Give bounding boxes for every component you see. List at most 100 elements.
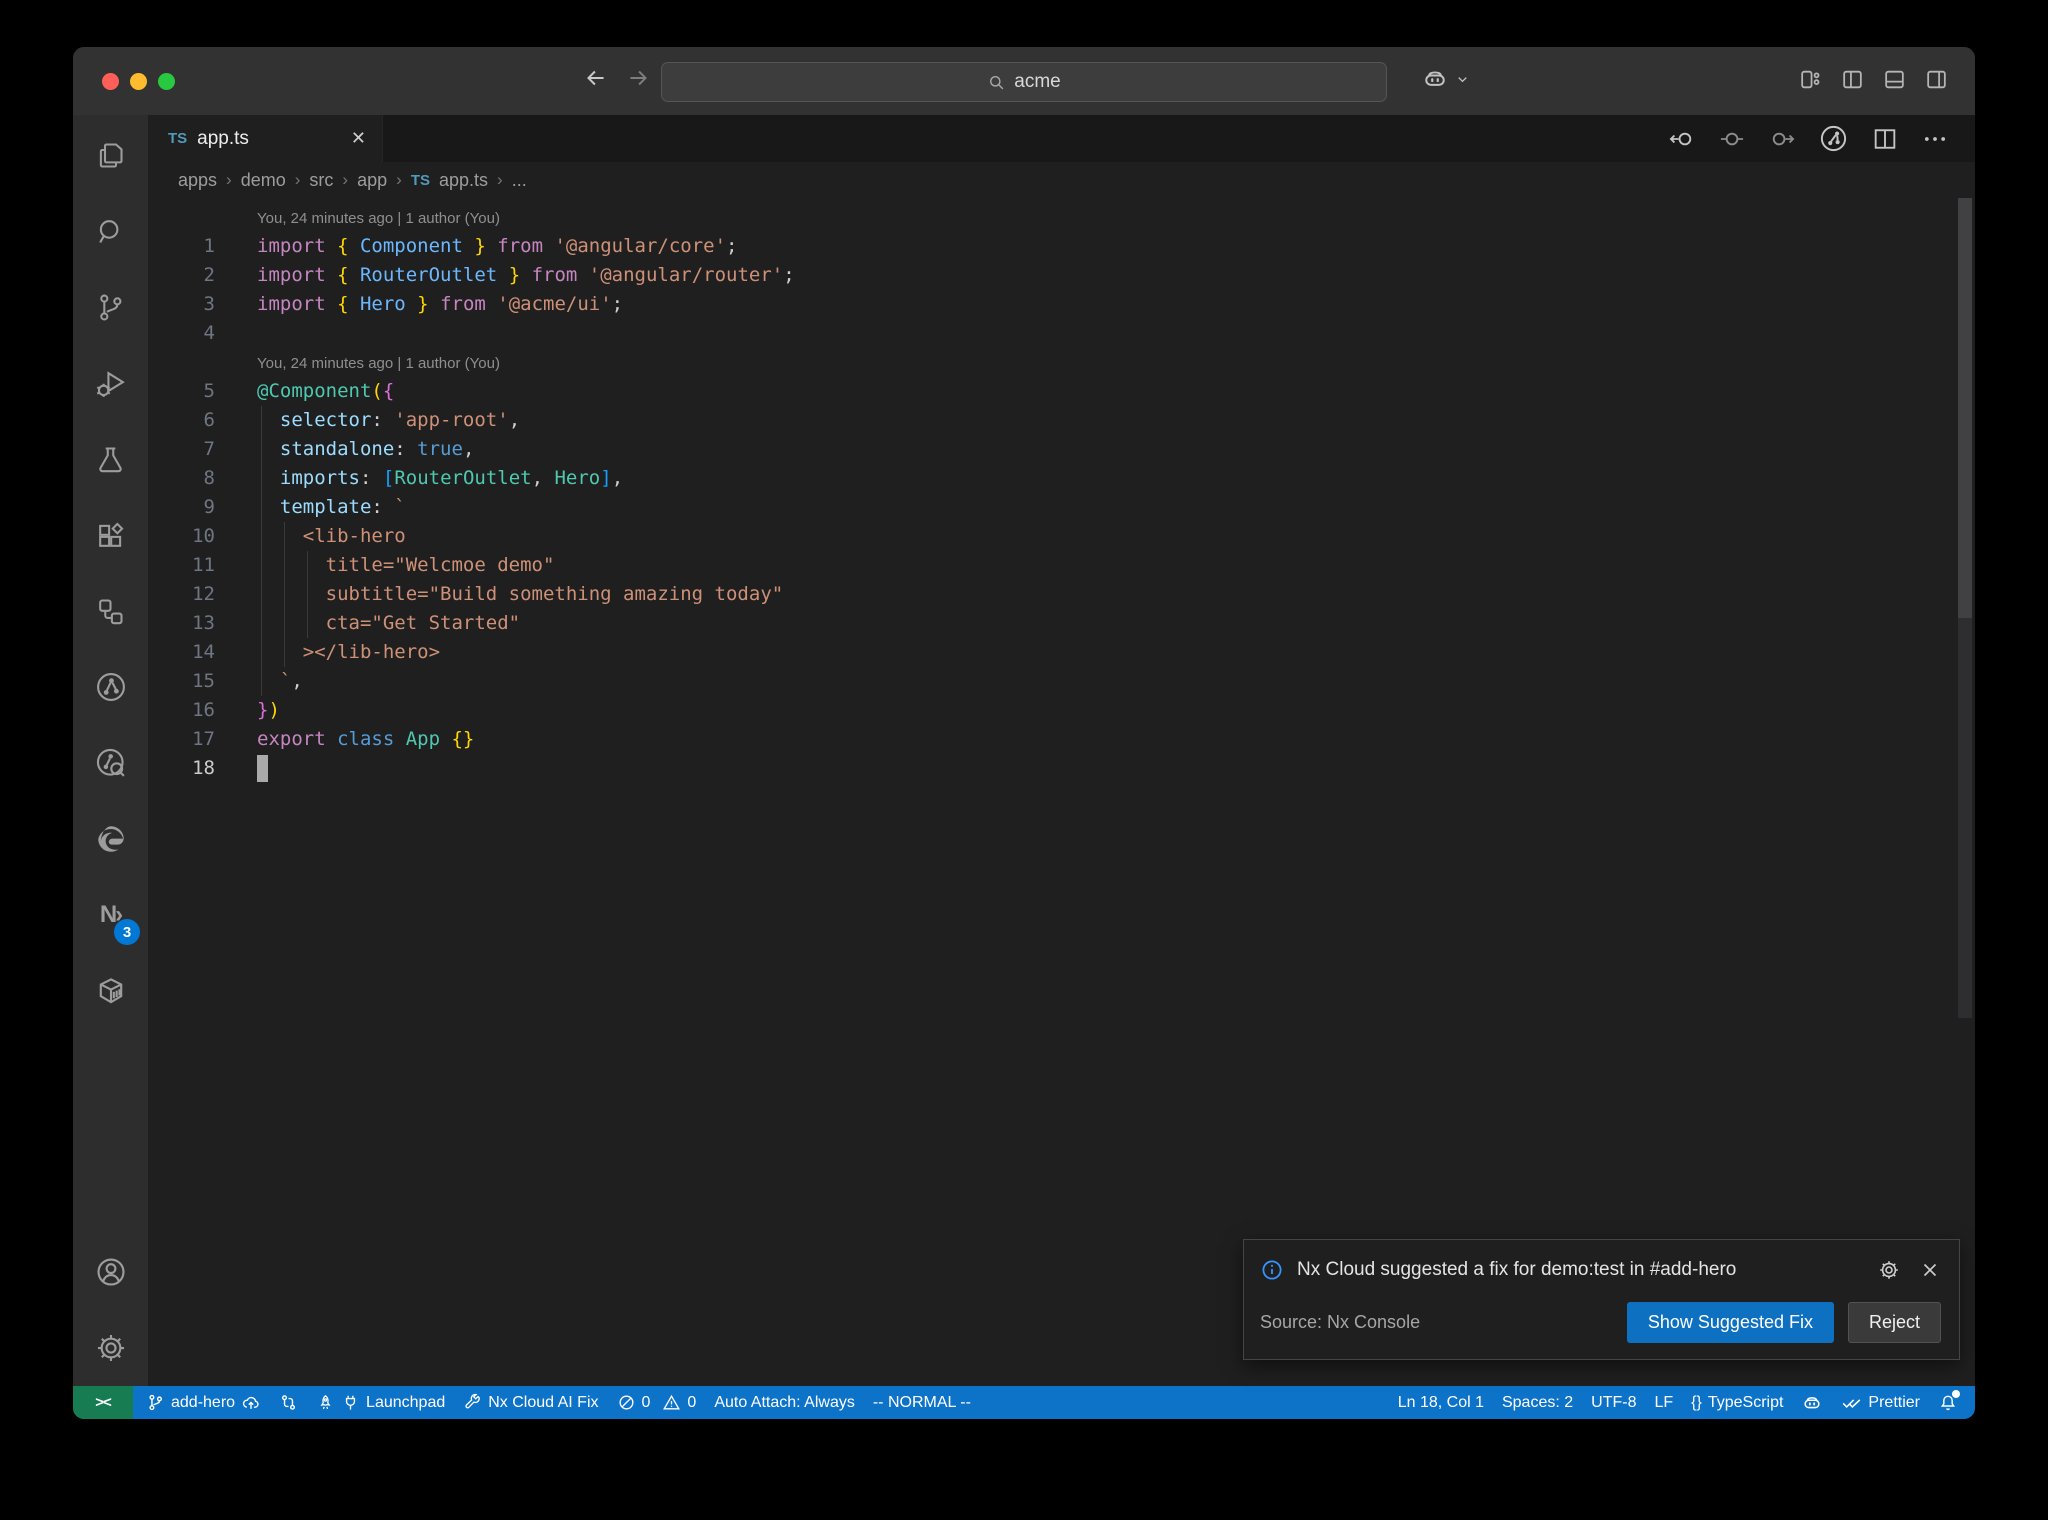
nav-back-circle-icon[interactable] [1668,125,1696,153]
toggle-panel-icon[interactable] [1882,67,1907,92]
minimize-window-button[interactable] [130,73,147,90]
line-number: 17 [192,728,215,750]
source-control-icon[interactable] [73,269,148,345]
show-suggested-fix-button[interactable]: Show Suggested Fix [1626,1302,1834,1343]
copilot-status-item[interactable] [1792,1386,1832,1419]
prettier-item[interactable]: Prettier [1832,1386,1929,1419]
notifications-bell-item[interactable] [1929,1386,1967,1419]
line-number: 5 [203,380,215,402]
nav-forward-circle-icon[interactable] [1768,125,1796,153]
remote-indicator[interactable]: >< [73,1386,133,1419]
git-branch-item[interactable]: add-hero [137,1386,270,1419]
tab-app-ts[interactable]: TS app.ts ✕ [148,115,383,162]
run-debug-icon[interactable] [73,345,148,421]
breadcrumb-item[interactable]: apps [178,170,217,191]
eol-item[interactable]: LF [1645,1386,1682,1419]
accounts-icon[interactable] [73,1234,148,1310]
code-line[interactable]: 14 ></lib-hero> [148,638,1975,667]
breadcrumb-item[interactable]: app.ts [439,170,488,191]
breadcrumb-item[interactable]: app [357,170,387,191]
notification-close-icon[interactable] [1919,1259,1941,1281]
notification-settings-gear-icon[interactable] [1877,1258,1901,1282]
project-graph-icon[interactable] [73,573,148,649]
code-line[interactable]: 15 `, [148,667,1975,696]
forward-icon[interactable] [625,65,651,91]
plug-icon [341,1393,360,1412]
code-line[interactable]: 2 import { RouterOutlet } from '@angular/… [148,261,1975,290]
auto-attach-item[interactable]: Auto Attach: Always [705,1386,864,1419]
code-line[interactable]: 7 standalone: true, [148,435,1975,464]
code-line[interactable]: 3 import { Hero } from '@acme/ui'; [148,290,1975,319]
line-number: 3 [203,293,215,315]
containers-icon[interactable] [73,953,148,1029]
problems-item[interactable]: 0 0 [608,1386,706,1419]
line-number: 1 [203,235,215,257]
breadcrumb-item[interactable]: demo [241,170,286,191]
code-line[interactable]: 16}) [148,696,1975,725]
status-bar: >< add-hero Launchpad Nx Cloud AI Fix 0 … [73,1386,1975,1419]
launchpad-item[interactable]: Launchpad [307,1386,454,1419]
copilot-menu[interactable] [1421,65,1470,93]
code-line[interactable]: 11 title="Welcmoe demo" [148,551,1975,580]
notification-toast: Nx Cloud suggested a fix for demo:test i… [1243,1239,1960,1360]
line-number: 4 [203,322,215,344]
tab-close-icon[interactable]: ✕ [351,128,366,149]
vscode-window: acme N› 3 TS app.ts ✕ apps › demo › src … [73,47,1975,1419]
nx-console-icon[interactable] [73,649,148,725]
code-line[interactable]: 10 <lib-hero [148,522,1975,551]
code-line[interactable]: 8 imports: [RouterOutlet, Hero], [148,464,1975,493]
edge-icon[interactable] [73,801,148,877]
zoom-window-button[interactable] [158,73,175,90]
graph-search-icon[interactable] [73,725,148,801]
breadcrumb-trailing[interactable]: ... [512,170,527,191]
code-line[interactable]: 6 selector: 'app-root', [148,406,1975,435]
blame-annotation[interactable]: You, 24 minutes ago | 1 author (You) [148,348,1975,377]
nx-icon[interactable]: N› 3 [73,877,148,953]
code-rows: You, 24 minutes ago | 1 author (You) 1 imp… [148,198,1975,783]
explorer-icon[interactable] [73,117,148,193]
command-center-search[interactable]: acme [661,62,1387,102]
code-line[interactable]: 17 export class App {} [148,725,1975,754]
blame-annotation[interactable]: You, 24 minutes ago | 1 author (You) [148,203,1975,232]
nx-cloud-ai-fix-item[interactable]: Nx Cloud AI Fix [454,1386,607,1419]
vim-mode-item[interactable]: -- NORMAL -- [864,1386,980,1419]
git-compare-item[interactable] [270,1386,307,1419]
customize-layout-icon[interactable] [1798,67,1823,92]
testing-icon[interactable] [73,421,148,497]
encoding-item[interactable]: UTF-8 [1582,1386,1645,1419]
tab-label: app.ts [197,127,249,149]
activity-bar: N› 3 [73,115,148,1386]
search-view-icon[interactable] [73,193,148,269]
code-editor[interactable]: You, 24 minutes ago | 1 author (You) 1 imp… [148,198,1975,1386]
language-mode-item[interactable]: {} TypeScript [1682,1386,1792,1419]
vertical-scrollbar[interactable] [1955,198,1975,1386]
code-line[interactable]: 4 [148,319,1975,348]
chevron-down-icon [1455,72,1470,87]
toggle-secondary-sidebar-icon[interactable] [1924,67,1949,92]
settings-gear-icon[interactable] [73,1310,148,1386]
code-line[interactable]: 12 subtitle="Build something amazing tod… [148,580,1975,609]
back-icon[interactable] [583,65,609,91]
indentation-item[interactable]: Spaces: 2 [1493,1386,1582,1419]
code-line[interactable]: 13 cta="Get Started" [148,609,1975,638]
code-line[interactable]: 1 import { Component } from '@angular/cor… [148,232,1975,261]
extensions-icon[interactable] [73,497,148,573]
scrollbar-thumb[interactable] [1958,198,1972,618]
code-line[interactable]: 18 [148,754,1975,783]
code-line[interactable]: 5 @Component({ [148,377,1975,406]
more-actions-icon[interactable] [1921,125,1949,153]
close-window-button[interactable] [102,73,119,90]
bell-badge-dot [1952,1389,1960,1398]
rocket-icon [316,1393,335,1412]
toggle-primary-sidebar-icon[interactable] [1840,67,1865,92]
reject-button[interactable]: Reject [1847,1302,1941,1343]
cursor-position-item[interactable]: Ln 18, Col 1 [1389,1386,1493,1419]
line-number [148,348,215,377]
nav-circle-icon[interactable] [1718,125,1746,153]
double-check-icon [1841,1392,1862,1413]
breadcrumb-item[interactable]: src [309,170,333,191]
split-editor-icon[interactable] [1871,125,1899,153]
line-number: 11 [192,554,215,576]
code-line[interactable]: 9 template: ` [148,493,1975,522]
nx-run-target-icon[interactable] [1818,123,1849,154]
